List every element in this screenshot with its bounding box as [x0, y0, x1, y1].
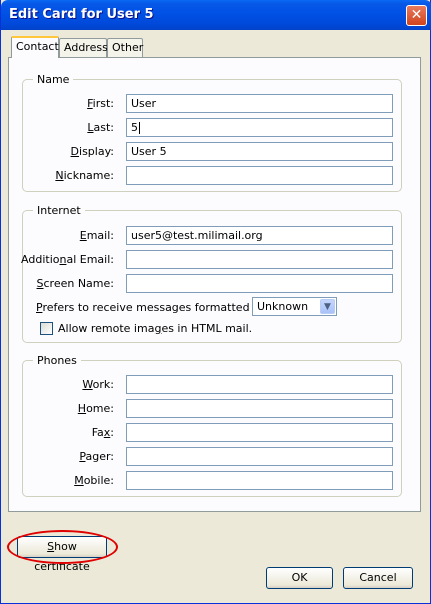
internet-group-legend: Internet	[33, 204, 85, 217]
window-title: Edit Card for User 5	[9, 7, 154, 22]
email-label: Email:	[79, 229, 114, 242]
title-bar[interactable]: Edit Card for User 5 ✕	[1, 0, 431, 30]
first-name-label-rest: irst:	[92, 97, 114, 110]
home-phone-field[interactable]	[126, 399, 393, 418]
last-name-value: 5	[131, 121, 138, 134]
tab-contact[interactable]: Contact	[11, 36, 59, 58]
display-name-label: Display:	[70, 145, 114, 158]
chevron-down-icon[interactable]: ▼	[320, 299, 335, 314]
screen-name-field[interactable]	[126, 274, 393, 293]
fax-field[interactable]	[126, 423, 393, 442]
tab-other[interactable]: Other	[107, 38, 143, 57]
format-preference-label: Prefers to receive messages formatted as…	[36, 301, 270, 314]
mobile-field[interactable]	[126, 471, 393, 490]
additional-email-field[interactable]	[126, 250, 393, 269]
nickname-field[interactable]	[126, 166, 393, 185]
ok-button[interactable]: OK	[266, 567, 333, 589]
screen-name-label: Screen Name:	[36, 277, 114, 290]
allow-remote-images-label[interactable]: Allow remote images in HTML mail.	[58, 322, 252, 335]
email-field[interactable]: user5@test.milimail.org	[126, 226, 393, 245]
close-icon[interactable]: ✕	[406, 5, 427, 26]
format-preference-select[interactable]: Unknown ▼	[252, 297, 337, 316]
first-name-field[interactable]: User	[126, 94, 393, 113]
nickname-label: Nickname:	[55, 169, 114, 182]
work-phone-label: Work:	[82, 378, 114, 391]
additional-email-label: Additional Email:	[21, 253, 114, 266]
display-name-field[interactable]: User 5	[126, 142, 393, 161]
highlight-annotation	[7, 530, 118, 564]
tab-address[interactable]: Address	[59, 38, 108, 57]
name-group-legend: Name	[33, 73, 74, 86]
pager-field[interactable]	[126, 447, 393, 466]
cancel-button[interactable]: Cancel	[343, 567, 413, 589]
home-phone-label: Home:	[77, 402, 114, 415]
text-caret	[139, 122, 140, 134]
pager-label: Pager:	[79, 450, 114, 463]
mobile-label: Mobile:	[74, 474, 114, 487]
format-preference-value: Unknown	[257, 300, 309, 313]
last-name-field[interactable]: 5	[126, 118, 393, 137]
phones-group-legend: Phones	[33, 354, 81, 367]
allow-remote-images-checkbox[interactable]	[40, 322, 53, 335]
edit-card-dialog: Edit Card for User 5 ✕ Contact Address O…	[0, 0, 431, 604]
last-name-label: Last:	[87, 121, 114, 134]
fax-label: Fax:	[91, 426, 114, 439]
work-phone-field[interactable]	[126, 375, 393, 394]
first-name-label: First:	[87, 97, 114, 110]
